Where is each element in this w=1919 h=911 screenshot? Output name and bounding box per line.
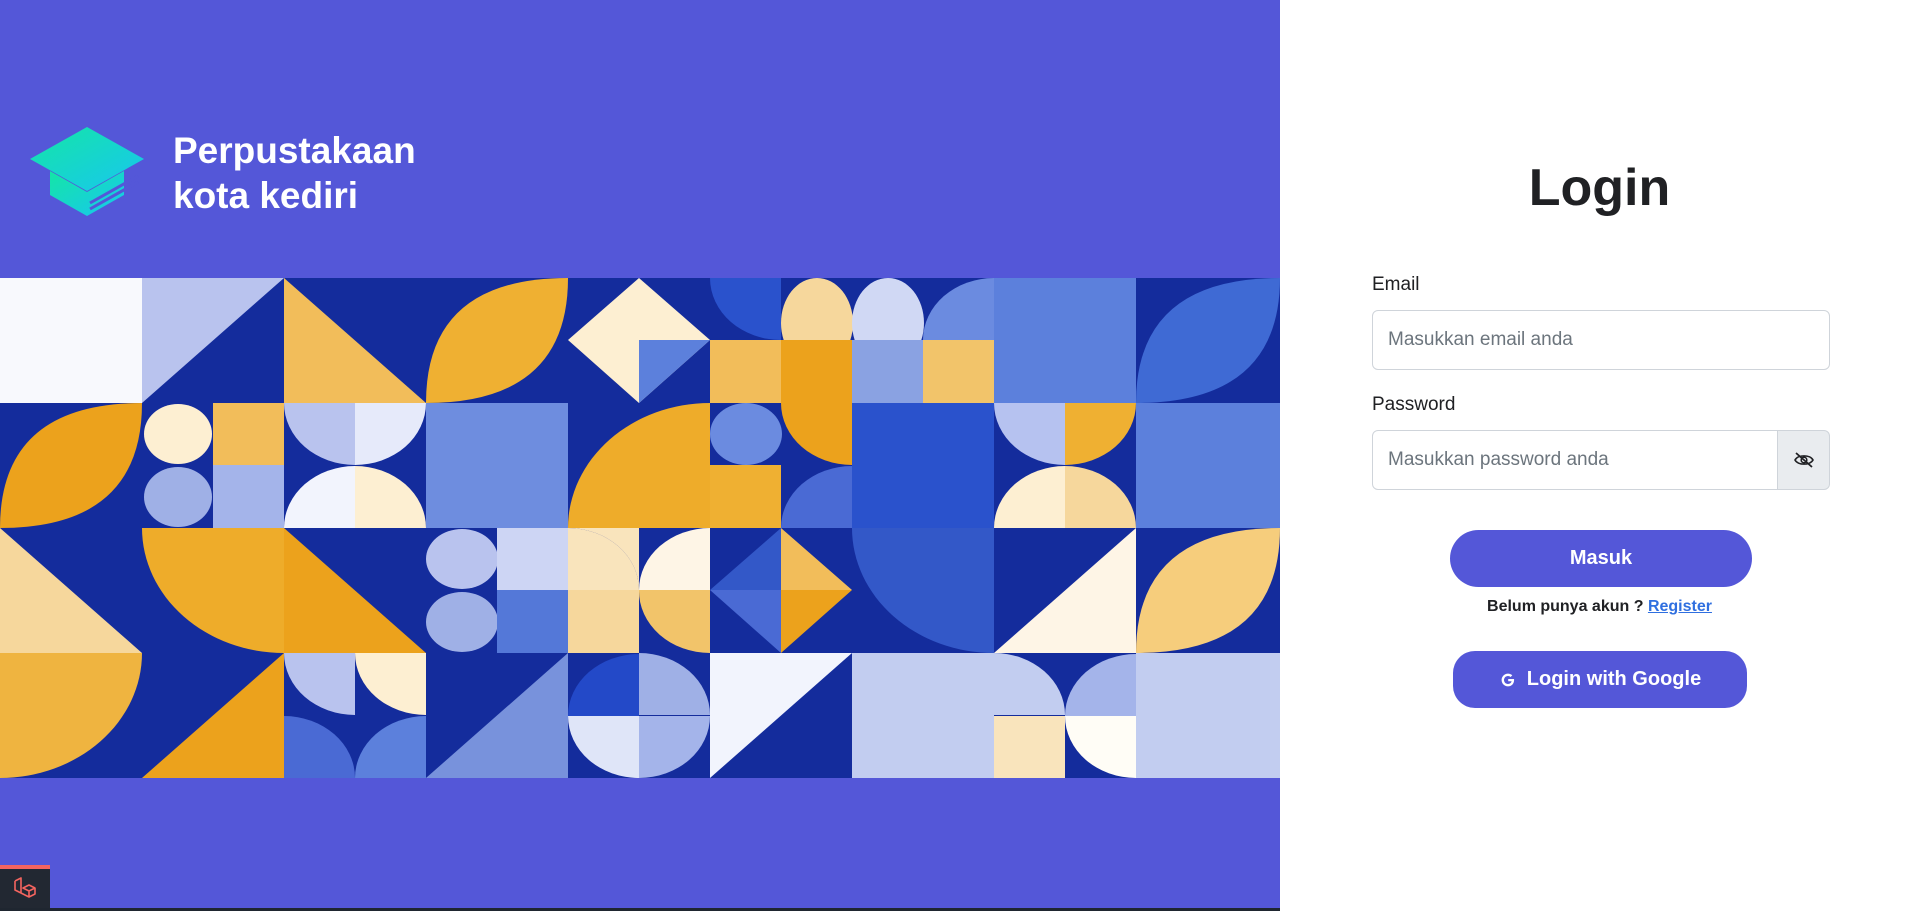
geometric-mosaic-illustration bbox=[0, 278, 1280, 778]
graduation-cap-icon bbox=[30, 127, 144, 219]
email-field[interactable] bbox=[1372, 310, 1830, 370]
brand-name: Perpustakaan kota kediri bbox=[173, 128, 416, 218]
register-link[interactable]: Register bbox=[1648, 598, 1712, 615]
password-visibility-toggle[interactable] bbox=[1778, 430, 1830, 490]
email-label: Email bbox=[1372, 274, 1420, 295]
brand: Perpustakaan kota kediri bbox=[28, 125, 416, 221]
signup-prompt: Belum punya akun ? Register bbox=[1280, 598, 1919, 616]
brand-line-1: Perpustakaan bbox=[173, 130, 416, 171]
login-panel: Login Email Password Masuk Belum punya a… bbox=[1280, 0, 1919, 911]
brand-line-2: kota kediri bbox=[173, 175, 359, 216]
page-title: Login bbox=[1528, 159, 1671, 217]
password-group bbox=[1372, 430, 1830, 490]
password-field[interactable] bbox=[1372, 430, 1778, 490]
laravel-debugbar-toggle[interactable] bbox=[0, 865, 50, 908]
google-login-button[interactable]: Login with Google bbox=[1453, 651, 1747, 708]
signup-prompt-text: Belum punya akun ? bbox=[1487, 598, 1644, 615]
eye-slash-icon bbox=[1793, 452, 1814, 468]
login-submit-button[interactable]: Masuk bbox=[1450, 530, 1752, 587]
google-g-icon bbox=[1501, 673, 1514, 686]
hero-panel: Perpustakaan kota kediri bbox=[0, 0, 1280, 911]
password-label: Password bbox=[1372, 394, 1456, 415]
google-login-label: Login with Google bbox=[1526, 668, 1702, 690]
laravel-icon bbox=[14, 876, 36, 898]
